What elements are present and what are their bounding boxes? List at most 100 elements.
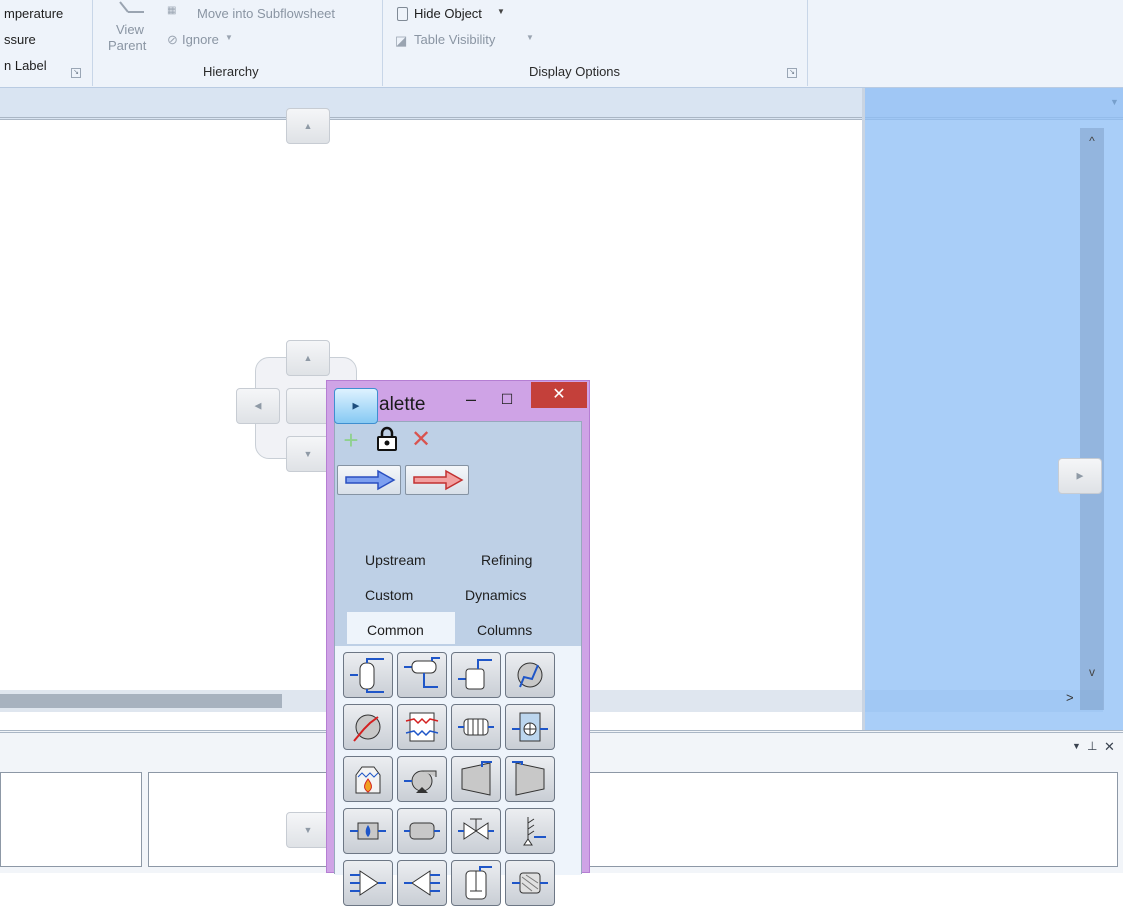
compressor-button[interactable] — [451, 756, 501, 802]
hide-object-icon — [397, 7, 408, 21]
heater-button[interactable] — [505, 652, 555, 698]
dock-guide-bottom-edge[interactable]: ▼ — [286, 812, 330, 848]
pump-button[interactable] — [397, 756, 447, 802]
tee-button[interactable] — [397, 860, 447, 906]
tab-custom[interactable]: Custom — [365, 587, 413, 603]
reactor-button[interactable] — [451, 860, 501, 906]
ribbon-separator — [382, 0, 383, 86]
filter-icon — [512, 872, 548, 894]
tab-dynamics[interactable]: Dynamics — [465, 587, 526, 603]
ignore-dropdown-icon[interactable]: ▼ — [225, 33, 233, 42]
dock-compass-bottom[interactable]: ▼ — [286, 436, 330, 472]
dock-bottom-arrow-icon: ▼ — [303, 825, 313, 835]
horizontal-scroll-thumb[interactable] — [0, 694, 282, 708]
separator-button[interactable] — [343, 652, 393, 698]
compass-down-icon: ▼ — [303, 449, 313, 459]
scroll-down-icon[interactable]: v — [1083, 663, 1101, 681]
dock-guide-right-edge[interactable]: ▶ — [1058, 458, 1102, 494]
compass-left-icon: ◀ — [254, 400, 262, 411]
air-cooler-button[interactable] — [505, 704, 555, 750]
move-subflowsheet-icon: ▦ — [167, 5, 177, 16]
view-parent-button[interactable]: View Parent — [108, 0, 156, 60]
fired-heater-button[interactable] — [343, 756, 393, 802]
dock-compass-left[interactable]: ◀ — [236, 388, 280, 424]
display-options-launcher-icon[interactable]: ↘ — [787, 68, 797, 78]
material-stream-arrow-icon — [345, 469, 396, 491]
relief-valve-icon — [523, 817, 546, 846]
reactor-icon — [465, 866, 492, 900]
heat-exchanger-button[interactable] — [397, 704, 447, 750]
view-parent-icon — [119, 1, 144, 13]
hide-object-button[interactable]: Hide Object — [414, 6, 482, 21]
compass-up-icon: ▲ — [303, 353, 313, 363]
expander-button[interactable] — [505, 756, 555, 802]
delete-icon[interactable]: ✕ — [407, 426, 435, 454]
table-visibility-button[interactable]: Table Visibility — [414, 32, 495, 47]
move-into-subflowsheet-button[interactable]: Move into Subflowsheet — [197, 6, 335, 21]
dock-compass-right[interactable]: ▶ — [334, 388, 378, 424]
label-group-launcher-icon[interactable]: ↘ — [71, 68, 81, 78]
three-phase-separator-button[interactable] — [397, 652, 447, 698]
add-icon[interactable]: + — [337, 426, 365, 454]
heater-block-button[interactable] — [343, 808, 393, 854]
pin-icon[interactable]: ⊥ — [1087, 739, 1097, 753]
dock-right-arrow-icon: ▶ — [1076, 470, 1084, 481]
ribbon-temperature-label[interactable]: mperature — [4, 6, 63, 21]
lng-exchanger-button[interactable] — [451, 704, 501, 750]
valve-button[interactable] — [451, 808, 501, 854]
ribbon-label-group: n Label — [4, 58, 47, 73]
palette-body: + ✕ Upstream Refining Custom Dynamics Co… — [334, 421, 582, 906]
panel-dropdown-icon[interactable]: ▼ — [1072, 741, 1081, 751]
view-parent-label-line2: Parent — [108, 38, 147, 53]
hide-object-dropdown-icon[interactable]: ▼ — [497, 7, 505, 16]
scroll-up-icon[interactable]: ^ — [1083, 132, 1101, 150]
separator-icon — [350, 658, 384, 693]
ribbon-separator — [807, 0, 808, 86]
material-stream-button[interactable] — [337, 465, 401, 495]
ribbon-pressure-label[interactable]: ssure — [4, 32, 36, 47]
energy-stream-arrow-icon — [413, 469, 464, 491]
tab-columns[interactable]: Columns — [477, 622, 532, 638]
table-visibility-dropdown-icon[interactable]: ▼ — [526, 33, 534, 42]
minimize-icon[interactable]: – — [459, 387, 483, 411]
three-phase-separator-icon — [404, 657, 440, 688]
hierarchy-group-label: Hierarchy — [203, 64, 259, 79]
mixer-icon — [350, 870, 386, 896]
scroll-right-icon[interactable]: > — [1066, 690, 1074, 705]
maximize-icon[interactable]: ☐ — [495, 387, 519, 411]
tee-icon — [404, 870, 440, 896]
panel-close-icon[interactable]: ✕ — [1104, 739, 1115, 755]
tank-icon — [458, 659, 492, 690]
tab-common[interactable]: Common — [367, 622, 424, 638]
tab-upstream[interactable]: Upstream — [365, 552, 426, 568]
filter-button[interactable] — [505, 860, 555, 906]
table-visibility-icon: ◪ — [395, 33, 408, 48]
valve-icon — [458, 818, 494, 840]
view-parent-label-line1: View — [116, 22, 144, 37]
relief-valve-button[interactable] — [505, 808, 555, 854]
compass-right-icon: ▶ — [352, 400, 360, 411]
palette-title: alette — [379, 394, 426, 415]
display-options-group-label: Display Options — [529, 64, 621, 79]
lng-exchanger-icon — [458, 718, 494, 736]
heat-exchanger-icon — [405, 712, 439, 742]
cooler-button[interactable] — [343, 704, 393, 750]
dock-guide-top-edge[interactable]: ▲ — [286, 108, 330, 144]
tank-button[interactable] — [451, 652, 501, 698]
dock-compass-center[interactable] — [286, 388, 330, 424]
bottom-panel-left-box — [0, 772, 142, 867]
heater-block-icon — [350, 822, 386, 840]
tab-refining[interactable]: Refining — [481, 552, 532, 568]
pipe-segment-button[interactable] — [397, 808, 447, 854]
palette-window[interactable]: alette – ☐ ✕ + ✕ Upstream Refining Custo… — [326, 380, 590, 906]
unit-operation-grid — [335, 646, 581, 906]
ignore-button[interactable]: Ignore — [182, 32, 219, 47]
vertical-scrollbar[interactable]: ^ v — [1080, 128, 1104, 710]
close-button[interactable]: ✕ — [531, 382, 587, 408]
dock-compass-top[interactable]: ▲ — [286, 340, 330, 376]
mixer-button[interactable] — [343, 860, 393, 906]
energy-stream-button[interactable] — [405, 465, 469, 495]
lock-icon[interactable] — [373, 426, 401, 454]
expander-icon — [512, 761, 545, 796]
ribbon-separator — [92, 0, 93, 86]
